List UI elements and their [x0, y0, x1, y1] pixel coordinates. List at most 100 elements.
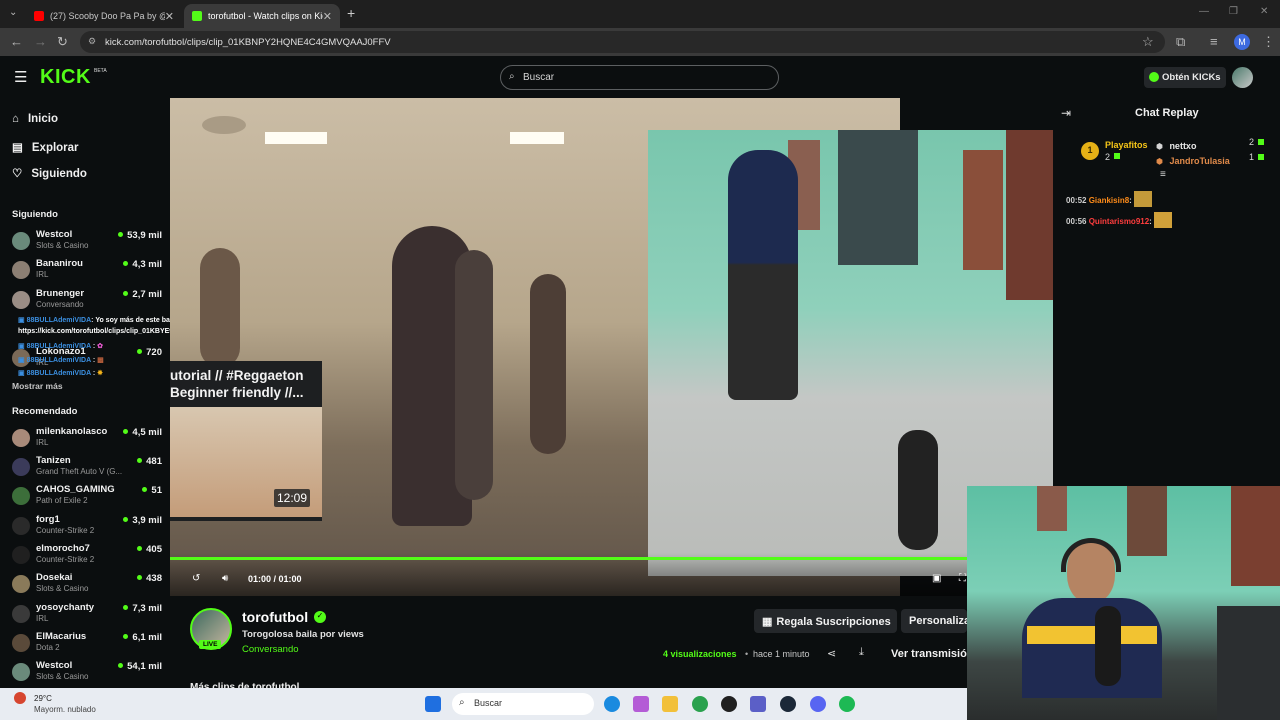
jersey-stripe: [1027, 626, 1157, 644]
discord-icon[interactable]: [810, 696, 826, 712]
leader-count: 1: [1248, 152, 1254, 162]
chat-title: Chat Replay: [1135, 107, 1199, 119]
stream-category[interactable]: Conversando: [242, 644, 299, 655]
nav-explore[interactable]: ▤ Explorar: [12, 140, 79, 154]
channel-info: LIVE torofutbol ✓ Torogolosa baila por v…: [170, 596, 1053, 693]
channel-name[interactable]: torofutbol: [242, 609, 308, 625]
chat-badge-icon: ▣: [18, 370, 25, 377]
compass-icon: ▤: [12, 142, 23, 154]
spotify-icon[interactable]: [839, 696, 855, 712]
following-channel-westcol[interactable]: Westcol Slots & Casino 53,9 mil: [12, 229, 162, 255]
browser-tab-kick[interactable]: torofutbol - Watch clips on Kick ✕: [184, 4, 340, 28]
following-channel-brunenger[interactable]: Brunenger Conversando 2,7 mil: [12, 288, 162, 314]
back-arrow-icon[interactable]: ←: [10, 34, 23, 49]
weather-temp[interactable]: 29°C: [34, 694, 52, 703]
replay-icon[interactable]: ↺: [192, 573, 200, 584]
bookmark-star-icon[interactable]: ☆: [1142, 34, 1154, 50]
media-control-icon[interactable]: ≡: [1210, 34, 1218, 49]
nav-home[interactable]: ⌂ Inicio: [12, 113, 58, 125]
recommended-channel[interactable]: milenkanolasco IRL 4,5 mil: [12, 426, 162, 452]
restore-window-icon[interactable]: ❐: [1229, 6, 1238, 17]
get-kicks-button[interactable]: Obtén KICKs: [1144, 67, 1226, 88]
profile-avatar[interactable]: M: [1234, 34, 1250, 50]
volume-icon[interactable]: 🔊︎: [222, 573, 228, 584]
heart-icon: ♡: [12, 168, 23, 180]
dancer-figure: [455, 250, 493, 500]
leader-count: 2: [1248, 137, 1254, 147]
user-avatar[interactable]: [1232, 67, 1253, 88]
browser-tab-strip: ⌄ (27) Scooby Doo Pa Pa by @Dj ✕ torofut…: [0, 0, 1280, 28]
headphones: [1061, 538, 1121, 572]
steam-icon[interactable]: [780, 696, 796, 712]
chrome-icon[interactable]: [692, 696, 708, 712]
kick-logo[interactable]: KICK: [40, 66, 91, 89]
tab-list-chevron-icon[interactable]: ⌄: [9, 7, 17, 18]
browser-menu-icon[interactable]: ⋮: [1262, 34, 1275, 50]
close-window-icon[interactable]: ✕: [1260, 6, 1268, 17]
recommended-channel[interactable]: Dosekai Slots & Casino 438: [12, 572, 162, 598]
recommended-channel[interactable]: CAHOS_GAMING Path of Exile 2 51: [12, 484, 162, 510]
chat-badge-icon: ▣: [18, 343, 25, 350]
avatar: [12, 517, 30, 535]
dancer-figure: [530, 274, 566, 454]
file-explorer-icon[interactable]: [662, 696, 678, 712]
video-progress-bar[interactable]: [170, 557, 1053, 560]
watch-stream-button[interactable]: Ver transmisión: [891, 648, 967, 660]
edge-icon[interactable]: [604, 696, 620, 712]
gift-subscriptions-button[interactable]: ▦ Regala Suscripciones: [754, 609, 897, 633]
teams-icon[interactable]: [750, 696, 766, 712]
recommended-channel[interactable]: forg1 Counter-Strike 2 3,9 mil: [12, 514, 162, 540]
close-tab-icon[interactable]: ✕: [323, 10, 332, 23]
chat-badge-icon: ▣: [18, 357, 25, 364]
kicks-coin-icon: [1149, 72, 1159, 82]
recommended-channel[interactable]: Westcol Slots & Casino 54,1 mil: [12, 660, 162, 686]
kick-favicon-icon: [192, 11, 202, 21]
leaderboard-first: 1 Playafitos 2: [1081, 140, 1163, 170]
home-icon: ⌂: [12, 113, 19, 125]
recommended-channel[interactable]: yosoychanty IRL 7,3 mil: [12, 602, 162, 628]
show-more-link[interactable]: Mostrar más: [12, 381, 63, 391]
avatar: [12, 546, 30, 564]
weather-icon[interactable]: [14, 692, 26, 704]
copilot-icon[interactable]: [633, 696, 649, 712]
extensions-icon[interactable]: ⧉: [1176, 34, 1185, 50]
clip-icon[interactable]: ▣: [932, 573, 941, 584]
minimize-window-icon[interactable]: —: [1199, 6, 1209, 17]
video-thumbnail-card[interactable]: utorial // #Reggaeton Beginner friendly …: [170, 361, 322, 521]
app-icon[interactable]: [721, 696, 737, 712]
share-icon[interactable]: ⋖: [827, 647, 836, 660]
nav-following[interactable]: ♡ Siguiendo: [12, 166, 87, 180]
windows-start-icon[interactable]: [425, 696, 441, 712]
download-icon[interactable]: ⤓: [859, 646, 864, 659]
browser-tab-youtube[interactable]: (27) Scooby Doo Pa Pa by @Dj ✕: [26, 4, 182, 28]
avatar: [12, 232, 30, 250]
personalize-button[interactable]: Personaliza: [901, 609, 967, 633]
avatar: [12, 487, 30, 505]
taskbar-search[interactable]: ⌕ Buscar: [452, 693, 594, 715]
leader-name: JandroTulasia: [1169, 156, 1230, 166]
new-tab-icon[interactable]: +: [347, 5, 355, 21]
recommended-channel[interactable]: ElMacarius Dota 2 6,1 mil: [12, 631, 162, 657]
site-info-icon[interactable]: ⚙: [88, 36, 96, 47]
thumbnail-title: utorial // #Reggaeton Beginner friendly …: [170, 368, 304, 400]
fullscreen-icon[interactable]: ⛶: [959, 573, 966, 584]
following-channel-bananirou[interactable]: Bananirou IRL 4,3 mil: [12, 258, 162, 284]
recommended-channel[interactable]: elmorocho7 Counter-Strike 2 405: [12, 543, 162, 569]
collapse-chat-icon[interactable]: ⇥: [1061, 106, 1071, 120]
forward-arrow-icon[interactable]: →: [34, 34, 47, 49]
search-input[interactable]: ⌕ Buscar: [500, 65, 779, 90]
reload-icon[interactable]: ↻: [57, 34, 68, 50]
streamer-body: [1022, 598, 1162, 698]
leaderboard-second: ⬢ nettxo 2: [1156, 136, 1266, 151]
recommended-channel[interactable]: Tanizen Grand Theft Auto V (G... 481: [12, 455, 162, 481]
expand-leaderboard-icon[interactable]: ≡: [1160, 169, 1166, 180]
medal-icon: ⬢: [1156, 157, 1163, 166]
video-player[interactable]: utorial // #Reggaeton Beginner friendly …: [170, 98, 1053, 596]
avatar: [12, 261, 30, 279]
weather-desc[interactable]: Mayorm. nublado: [34, 705, 96, 714]
url-input[interactable]: ⚙ kick.com/torofutbol/clips/clip_01KBNPY…: [80, 31, 1165, 53]
rank-badge: 1: [1081, 142, 1099, 160]
menu-hamburger-icon[interactable]: ☰: [14, 68, 27, 86]
close-tab-icon[interactable]: ✕: [165, 10, 174, 23]
emote-icon: ✿: [97, 343, 103, 350]
